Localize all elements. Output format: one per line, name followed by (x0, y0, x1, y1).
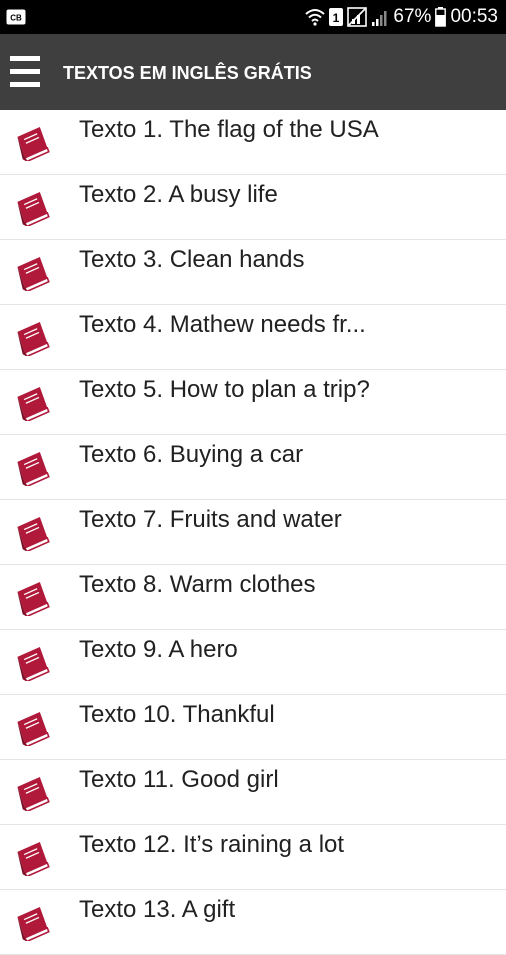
book-icon (13, 385, 51, 423)
book-icon (13, 905, 51, 943)
list-item[interactable]: Texto 1. The flag of the USA (0, 110, 506, 175)
status-bar: CB 1 67% 00:53 (0, 0, 506, 34)
list-item-label: Texto 7. Fruits and water (79, 506, 342, 533)
book-icon (13, 840, 51, 878)
battery-percent: 67% (393, 6, 432, 27)
page-title: TEXTOS EM INGLÊS GRÁTIS (63, 63, 312, 83)
hamburger-menu-icon[interactable] (10, 56, 40, 88)
list-item[interactable]: Texto 5. How to plan a trip? (0, 370, 506, 435)
list-item[interactable]: Texto 9. A hero (0, 630, 506, 695)
list-item[interactable]: Texto 4. Mathew needs fr... (0, 305, 506, 370)
clock: 00:53 (450, 6, 498, 27)
book-icon (13, 190, 51, 228)
book-icon (13, 775, 51, 813)
data-off-icon (347, 7, 368, 27)
sim-1-icon: 1 (329, 8, 344, 26)
list-item[interactable]: Texto 10. Thankful (0, 695, 506, 760)
list-item-label: Texto 8. Warm clothes (79, 571, 316, 598)
list-item-label: Texto 12. It’s raining a lot (79, 831, 345, 858)
notification-icon: CB (6, 9, 26, 25)
list-item[interactable]: Texto 6. Buying a car (0, 435, 506, 500)
list-item-label: Texto 2. A busy life (79, 181, 278, 208)
book-icon (13, 450, 51, 488)
list-item[interactable]: Texto 12. It’s raining a lot (0, 825, 506, 890)
text-list: Texto 1. The flag of the USA Texto 2. A … (0, 110, 506, 955)
list-item-label: Texto 9. A hero (79, 636, 238, 663)
book-icon (13, 645, 51, 683)
list-item-label: Texto 1. The flag of the USA (79, 116, 379, 143)
list-item[interactable]: Texto 2. A busy life (0, 175, 506, 240)
book-icon (13, 515, 51, 553)
book-icon (13, 125, 51, 163)
list-item[interactable]: Texto 3. Clean hands (0, 240, 506, 305)
battery-icon (435, 7, 447, 27)
book-icon (13, 320, 51, 358)
list-item-label: Texto 6. Buying a car (79, 441, 304, 468)
list-item-label: Texto 10. Thankful (79, 701, 275, 728)
list-item-label: Texto 5. How to plan a trip? (79, 376, 370, 403)
signal-icon (372, 11, 387, 26)
list-item-label: Texto 11. Good girl (79, 766, 279, 793)
book-icon (13, 580, 51, 618)
list-item[interactable]: Texto 11. Good girl (0, 760, 506, 825)
list-item-label: Texto 3. Clean hands (79, 246, 305, 273)
book-icon (13, 710, 51, 748)
list-item-label: Texto 4. Mathew needs fr... (79, 311, 366, 338)
book-icon (13, 255, 51, 293)
list-item[interactable]: Texto 8. Warm clothes (0, 565, 506, 630)
svg-text:CB: CB (10, 14, 22, 23)
list-item-label: Texto 13. A gift (79, 896, 236, 923)
wifi-icon (305, 9, 326, 26)
svg-text:1: 1 (333, 11, 340, 25)
list-item[interactable]: Texto 7. Fruits and water (0, 500, 506, 565)
app-toolbar: TEXTOS EM INGLÊS GRÁTIS (0, 34, 506, 110)
